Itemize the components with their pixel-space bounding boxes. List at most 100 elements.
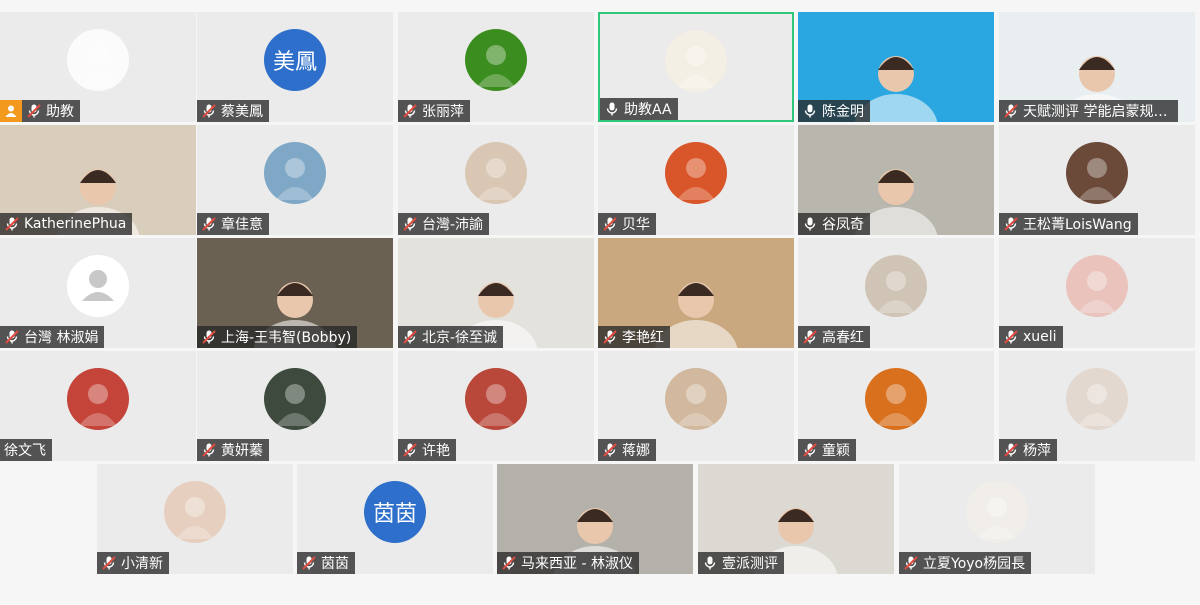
participant-name-bar: 上海-王韦智(Bobby) [197, 326, 358, 348]
red-shirt-photo-icon [966, 481, 1028, 544]
graduate-photo-icon [264, 368, 326, 431]
participant-tile[interactable]: 助教 [0, 12, 196, 122]
mic-muted-icon [603, 217, 617, 231]
portrait-photo-icon [1066, 142, 1128, 205]
plush-toy-photo-icon [865, 255, 927, 318]
participant-tile[interactable]: KatherinePhua [0, 125, 196, 235]
participant-name-bar: 立夏Yoyo杨园長 [899, 552, 1032, 574]
participant-tile[interactable]: 天赋测评 学能启蒙规划师 周晓英 [999, 12, 1195, 122]
avatar: 茵茵 [364, 481, 426, 544]
mic-muted-icon [202, 443, 216, 457]
participant-tile[interactable]: 杨萍 [999, 351, 1195, 461]
participant-name-bar: 高春红 [798, 326, 870, 348]
participant-name-bar: 谷凤奇 [798, 213, 870, 235]
participant-name-bar: 陈金明 [798, 100, 870, 122]
participant-tile[interactable]: 黄妍蓁 [197, 351, 393, 461]
profile-photo-icon [465, 142, 527, 205]
participant-name-bar: 助教AA [600, 98, 678, 120]
participant-tile[interactable]: 台灣 林淑娟 [0, 238, 196, 348]
participant-name-bar: 壹派测评 [698, 552, 784, 574]
participant-name-bar: 许艳 [398, 439, 456, 461]
person-silhouette-icon [67, 255, 129, 318]
participant-name: xueli [1023, 329, 1057, 345]
participant-tile[interactable]: 高春红 [798, 238, 994, 348]
participant-tile[interactable]: 马来西亚 - 林淑仪 [497, 464, 693, 574]
swirl-logo-icon [67, 29, 129, 92]
participant-tile[interactable]: 茵茵 茵茵 [297, 464, 493, 574]
participant-tile[interactable]: xueli [999, 238, 1195, 348]
mic-muted-icon [803, 443, 817, 457]
participant-name: 陈金明 [822, 104, 864, 120]
mic-muted-icon [102, 556, 116, 570]
participant-name: 助教AA [624, 102, 672, 118]
anime-girl-icon [465, 368, 527, 431]
mic-muted-icon [403, 330, 417, 344]
participant-name: 天赋测评 学能启蒙规划师 周晓英 [1023, 104, 1172, 120]
participant-name: 蒋娜 [622, 443, 650, 459]
girl-profile-photo-icon [164, 481, 226, 544]
participant-name-bar: 张丽萍 [398, 100, 470, 122]
participant-name-bar: 台灣 林淑娟 [0, 326, 105, 348]
participant-tile[interactable]: 王松菁LoisWang [999, 125, 1195, 235]
mic-muted-icon [1004, 104, 1018, 118]
avatar: 美鳳 [264, 29, 326, 92]
sunset-photo-icon [665, 142, 727, 205]
participant-name-bar: 茵茵 [297, 552, 355, 574]
participant-tile[interactable]: 上海-王韦智(Bobby) [197, 238, 393, 348]
participant-name-bar: KatherinePhua [0, 213, 133, 235]
participant-name: 张丽萍 [422, 104, 464, 120]
participant-name: 蔡美鳳 [221, 104, 263, 120]
participant-tile[interactable]: 许艳 [398, 351, 594, 461]
mic-muted-icon [5, 217, 19, 231]
avatar-initials: 美鳳 [272, 50, 317, 76]
participant-tile[interactable]: 美鳳蔡美鳳 [197, 12, 393, 122]
mic-muted-icon [803, 330, 817, 344]
participant-name-bar: 王松菁LoisWang [999, 213, 1138, 235]
mic-muted-icon [403, 217, 417, 231]
mic-muted-icon [603, 443, 617, 457]
participant-tile[interactable]: 北京-徐至诚 [398, 238, 594, 348]
mic-icon [804, 104, 816, 118]
participant-name-bar: 章佳意 [197, 213, 269, 235]
participant-name: 壹派测评 [722, 556, 778, 572]
mic-muted-icon [603, 330, 617, 344]
participant-name-bar: 徐文飞 [0, 439, 52, 461]
participant-name-bar: xueli [999, 326, 1063, 348]
participant-tile[interactable]: 张丽萍 [398, 12, 594, 122]
participant-tile[interactable]: 李艳红 [598, 238, 794, 348]
participant-tile[interactable]: 章佳意 [197, 125, 393, 235]
participant-tile[interactable]: 立夏Yoyo杨园長 [899, 464, 1095, 574]
participant-name: 马来西亚 - 林淑仪 [521, 556, 633, 572]
mic-muted-icon [502, 556, 516, 570]
mic-muted-icon [904, 556, 918, 570]
participant-name-bar: 李艳红 [598, 326, 670, 348]
participant-name: 童颖 [822, 443, 850, 459]
participant-name-bar: 黄妍蓁 [197, 439, 269, 461]
avatar-initials: 茵茵 [372, 502, 417, 528]
participant-tile[interactable]: 助教AA [598, 12, 794, 122]
participant-tile[interactable]: 贝华 [598, 125, 794, 235]
group-photo-icon [67, 368, 129, 431]
participant-tile[interactable]: 童颖 [798, 351, 994, 461]
participant-name: 高春红 [822, 330, 864, 346]
participant-tile[interactable]: 小清新 [97, 464, 293, 574]
participant-name: 王松菁LoisWang [1023, 217, 1132, 233]
mic-muted-icon [403, 443, 417, 457]
gallery-view: 助教美鳳蔡美鳳张丽萍助教AA陈金明天赋测评 学能启蒙规划师 周晓英Katheri… [0, 0, 1200, 605]
mic-muted-icon [27, 104, 41, 118]
participant-name: 助教 [46, 104, 74, 120]
participant-tile[interactable]: 谷凤奇 [798, 125, 994, 235]
participant-name: 李艳红 [622, 330, 664, 346]
participant-tile[interactable]: 徐文飞 [0, 351, 196, 461]
participant-tile[interactable]: 台灣-沛諭 [398, 125, 594, 235]
participant-name: 贝华 [622, 217, 650, 233]
participant-tile[interactable]: 陈金明 [798, 12, 994, 122]
participant-tile[interactable]: 蒋娜 [598, 351, 794, 461]
mic-icon [804, 217, 816, 231]
participant-name: 小清新 [121, 556, 163, 572]
mic-muted-icon [1004, 330, 1018, 344]
participant-name: 黄妍蓁 [221, 443, 263, 459]
participant-name: 台灣-沛諭 [422, 217, 484, 233]
participant-tile[interactable]: 壹派测评 [698, 464, 894, 574]
leaf-droplet-icon [465, 29, 527, 92]
